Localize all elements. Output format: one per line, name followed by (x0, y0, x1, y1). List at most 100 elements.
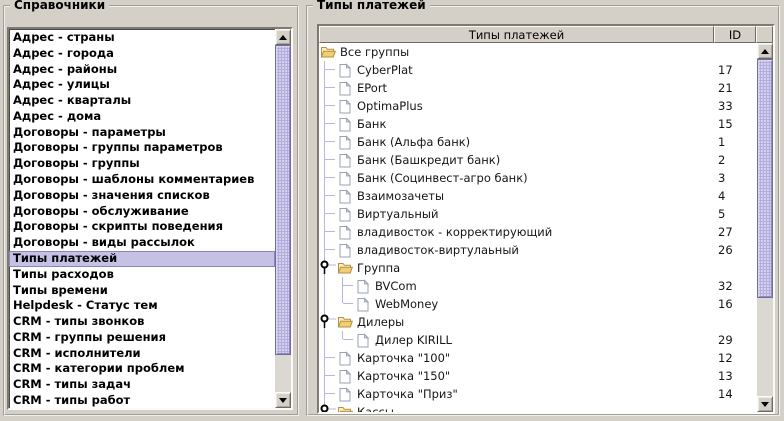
folder-open-icon (337, 314, 353, 330)
tree-gutter (337, 295, 355, 313)
column-header-name[interactable]: Типы платежей (319, 26, 714, 43)
tree-node-label: Все группы (340, 45, 409, 59)
tree-row[interactable]: Все группы (319, 43, 757, 61)
tree-row[interactable]: BVCom32 (319, 277, 757, 295)
tree-gutter (319, 97, 337, 115)
payment-types-grid[interactable]: Типы платежей ID Все группыCyberPlat17EP… (317, 24, 775, 414)
tree-scrollbar[interactable] (757, 43, 773, 412)
tree-node-label: Банк (Социнвест-агро банк) (357, 171, 528, 185)
tree-row[interactable]: Карточка "Приз"14 (319, 385, 757, 403)
tree-node-id: 3 (714, 171, 757, 185)
list-item[interactable]: Договоры - шаблоны комментариев (9, 172, 275, 188)
list-item[interactable]: Адрес - районы (9, 62, 275, 78)
tree-node-id: 16 (714, 297, 757, 311)
tree-node-label: Карточка "150" (357, 369, 450, 383)
list-item[interactable]: CRM - типы звонков (9, 314, 275, 330)
expander-pin-icon[interactable] (319, 313, 337, 331)
tree-node-id: 17 (714, 63, 757, 77)
scroll-up-button[interactable] (757, 43, 773, 59)
tree-gutter (337, 277, 355, 295)
tree-gutter (319, 205, 337, 223)
list-item[interactable]: Адрес - кварталы (9, 93, 275, 109)
document-icon (337, 188, 353, 204)
list-item[interactable]: Адрес - улицы (9, 77, 275, 93)
list-item[interactable]: CRM - типы задач (9, 377, 275, 393)
tree-row[interactable]: владивосток-виртулаьный26 (319, 241, 757, 259)
tree-row[interactable]: EPort 21 (319, 79, 757, 97)
scroll-down-button[interactable] (757, 396, 773, 412)
tree-gutter (319, 295, 337, 313)
tree-row[interactable]: CyberPlat17 (319, 61, 757, 79)
list-item[interactable]: CRM - группы решения (9, 330, 275, 346)
document-icon (337, 206, 353, 222)
tree-node-label: Банк (Башкредит банк) (357, 153, 500, 167)
scroll-thumb[interactable] (757, 59, 773, 298)
list-item[interactable]: CRM - типы работ (9, 393, 275, 408)
tree-node-id: 15 (714, 117, 757, 131)
tree-row[interactable]: Группа (319, 259, 757, 277)
arrow-down-icon (279, 398, 287, 403)
list-item[interactable]: Типы расходов (9, 267, 275, 283)
list-item[interactable]: Договоры - скрипты поведения (9, 219, 275, 235)
tree-row[interactable]: владивосток - корректирующий27 (319, 223, 757, 241)
tree-row[interactable]: Банк (Социнвест-агро банк) 3 (319, 169, 757, 187)
tree-node-id: 32 (714, 279, 757, 293)
list-item[interactable]: CRM - исполнители (9, 346, 275, 362)
list-item[interactable]: Адрес - города (9, 46, 275, 62)
tree-row[interactable]: WebMoney16 (319, 295, 757, 313)
tree-gutter (319, 187, 337, 205)
list-item[interactable]: Адрес - страны (9, 30, 275, 46)
tree-node-label: Группа (357, 261, 400, 275)
tree-gutter (319, 223, 337, 241)
tree-row[interactable]: Взаимозачеты4 (319, 187, 757, 205)
tree-node-label: владивосток-виртулаьный (357, 243, 519, 257)
tree-row[interactable]: Кассы (319, 403, 757, 412)
tree-gutter (319, 79, 337, 97)
scroll-thumb[interactable] (275, 45, 291, 355)
tree-node-label: EPort (357, 81, 387, 95)
tree-gutter (319, 133, 337, 151)
document-icon (337, 152, 353, 168)
tree-node-label: Дилер KIRILL (375, 333, 452, 347)
tree-row[interactable]: OptimaPlus33 (319, 97, 757, 115)
list-item[interactable]: Договоры - параметры (9, 125, 275, 141)
folder-open-icon (320, 44, 336, 60)
list-item[interactable]: Типы времени (9, 283, 275, 299)
list-item[interactable]: Адрес - дома (9, 109, 275, 125)
tree-node-label: Взаимозачеты (357, 189, 444, 203)
grid-header: Типы платежей ID (319, 26, 773, 43)
tree-node-id: 12 (714, 351, 757, 365)
tree-row[interactable]: Банк15 (319, 115, 757, 133)
tree-row[interactable]: Дилер KIRILL29 (319, 331, 757, 349)
tree-row[interactable]: Банк (Альфа банк)1 (319, 133, 757, 151)
references-title: Справочники (10, 0, 109, 12)
arrow-up-icon (761, 49, 769, 54)
listbox-scrollbar[interactable] (275, 29, 291, 408)
tree-row[interactable]: Виртуальный5 (319, 205, 757, 223)
tree-rows: Все группы CyberPlat17 EPort 21 OptimaPlus33… (319, 43, 757, 412)
tree-node-id: 21 (714, 81, 757, 95)
tree-row[interactable]: Банк (Башкредит банк)2 (319, 151, 757, 169)
tree-gutter (319, 169, 337, 187)
scroll-down-button[interactable] (275, 392, 291, 408)
expander-pin-icon[interactable] (319, 403, 337, 412)
tree-row[interactable]: Дилеры (319, 313, 757, 331)
list-item[interactable]: Договоры - группы параметров (9, 140, 275, 156)
document-icon (355, 296, 371, 312)
references-listbox[interactable]: Адрес - страныАдрес - городаАдрес - райо… (7, 27, 293, 410)
list-item[interactable]: Договоры - виды рассылок (9, 235, 275, 251)
list-item[interactable]: Договоры - обслуживание (9, 204, 275, 220)
list-item[interactable]: CRM - категории проблем (9, 361, 275, 377)
tree-gutter (319, 313, 337, 331)
list-item[interactable]: Helpdesk - Статус тем (9, 298, 275, 314)
column-header-id[interactable]: ID (714, 26, 756, 43)
list-item[interactable]: Договоры - группы (9, 156, 275, 172)
document-icon (355, 278, 371, 294)
expander-pin-icon[interactable] (319, 259, 337, 277)
list-item[interactable]: Договоры - значения списков (9, 188, 275, 204)
document-icon (337, 134, 353, 150)
tree-row[interactable]: Карточка "100"12 (319, 349, 757, 367)
tree-row[interactable]: Карточка "150"13 (319, 367, 757, 385)
list-item[interactable]: Типы платежей (9, 251, 275, 267)
scroll-up-button[interactable] (275, 29, 291, 45)
